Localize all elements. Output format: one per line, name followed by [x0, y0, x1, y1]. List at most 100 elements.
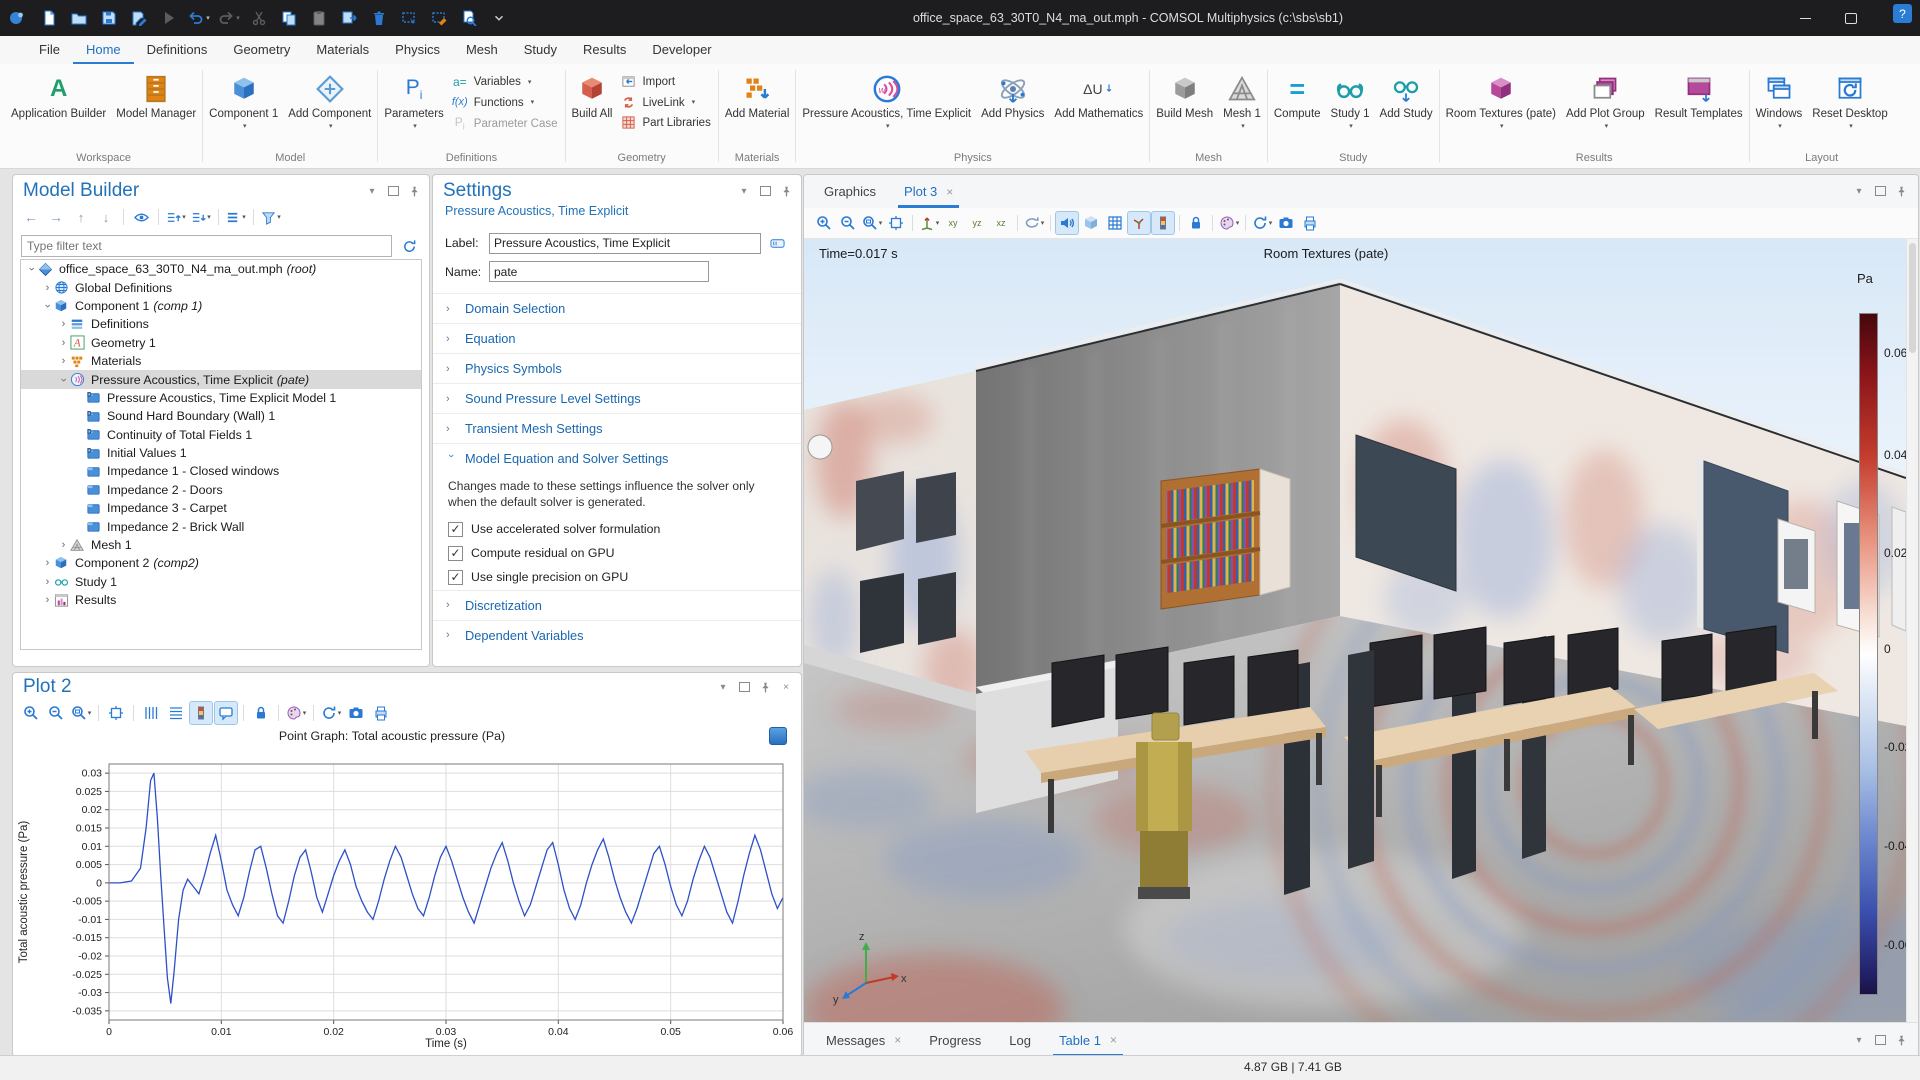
graphics-scrollbar[interactable] — [1906, 239, 1918, 1023]
zoom-extents-button[interactable] — [884, 211, 908, 235]
help-button[interactable]: ? — [1893, 4, 1912, 23]
open-file-button[interactable] — [64, 4, 94, 32]
tree-item-component-1[interactable]: › Component 1 (comp 1) — [21, 297, 421, 315]
update-plot-button[interactable]: ▾ — [1250, 211, 1274, 235]
zoom-out-button[interactable] — [836, 211, 860, 235]
plot-axes-button[interactable] — [1127, 211, 1151, 235]
zoom-box-button[interactable]: ▾ — [69, 701, 93, 725]
view-xz-button[interactable]: xz — [989, 211, 1013, 235]
tree-expander[interactable]: › — [41, 594, 54, 606]
move-down-button[interactable]: ↓ — [94, 205, 118, 229]
tab-plot-3[interactable]: Plot 3 × — [890, 175, 967, 208]
play-sound-button[interactable] — [1055, 211, 1079, 235]
tree-item-initial-values-1[interactable]: D Initial Values 1 — [21, 444, 421, 462]
part-libraries-button[interactable]: Part Libraries — [619, 115, 711, 131]
collapse-all-button[interactable]: ▾ — [164, 205, 188, 229]
move-up-button[interactable]: ↑ — [69, 205, 93, 229]
tree-expander[interactable]: › — [41, 576, 54, 588]
menu-developer[interactable]: Developer — [639, 36, 724, 64]
menu-file[interactable]: File — [26, 36, 73, 64]
section-sound-pressure-level-settings[interactable]: › Sound Pressure Level Settings — [433, 383, 801, 413]
tree-expander[interactable]: › — [58, 373, 70, 386]
undo-button[interactable]: ▾ — [184, 4, 214, 32]
tree-item-sound-hard-boundary-wall-1[interactable]: D Sound Hard Boundary (Wall) 1 — [21, 407, 421, 425]
zoom-extents-button[interactable] — [104, 701, 128, 725]
tree-expander[interactable]: › — [26, 263, 38, 276]
redo-button[interactable]: ▾ — [214, 4, 244, 32]
toolbar-menu-button[interactable] — [484, 4, 514, 32]
scene-environment-button[interactable] — [1079, 211, 1103, 235]
maximize-button[interactable] — [1828, 0, 1874, 36]
panel-float-button[interactable] — [1873, 184, 1887, 198]
model-manager-button[interactable]: Model Manager — [111, 70, 201, 124]
plot-window-badge-icon[interactable] — [769, 727, 787, 745]
cut-button[interactable] — [244, 4, 274, 32]
application-builder-button[interactable]: A Application Builder — [6, 70, 111, 124]
tree-expander[interactable]: › — [41, 282, 54, 294]
windows-button[interactable]: Windows ▾ — [1751, 70, 1808, 132]
livelink-button[interactable]: LiveLink ▾ — [619, 95, 710, 111]
add-physics-button[interactable]: Add Physics — [976, 70, 1049, 124]
new-file-button[interactable] — [34, 4, 64, 32]
panel-pin-button[interactable] — [1894, 184, 1908, 198]
checkbox-use-accelerated-solver-formulation[interactable]: ✓ — [448, 521, 463, 537]
tree-item-study-1[interactable]: › Study 1 — [21, 573, 421, 591]
checkbox-compute-residual-on-gpu[interactable]: ✓ — [448, 545, 463, 561]
tab-close-icon[interactable]: × — [1110, 1033, 1117, 1047]
3d-room-scene[interactable]: z x y — [804, 239, 1906, 1023]
checkbox-row-compute-residual-on-gpu[interactable]: ✓ Compute residual on GPU — [433, 542, 801, 566]
tree-item-continuity-of-total-fields-1[interactable]: D Continuity of Total Fields 1 — [21, 426, 421, 444]
panel-pin-button[interactable] — [407, 184, 421, 198]
point-graph-chart[interactable]: 0 0.01 0.02 0.03 0.04 0.05 0.06 0.03 0.025 0.02 0.… — [13, 749, 801, 1054]
add-mathematics-button[interactable]: ΔU Add Mathematics — [1049, 70, 1148, 124]
menu-geometry[interactable]: Geometry — [220, 36, 303, 64]
zoom-in-button[interactable] — [812, 211, 836, 235]
tree-item-component-2[interactable]: › Component 2 (comp2) — [21, 554, 421, 572]
zoom-in-button[interactable] — [19, 701, 43, 725]
menu-materials[interactable]: Materials — [303, 36, 382, 64]
section-domain-selection[interactable]: › Domain Selection — [433, 293, 801, 323]
rotate-view-button[interactable]: ▾ — [1022, 211, 1046, 235]
build-all-button[interactable]: Build All — [567, 70, 618, 124]
color-legend-button[interactable] — [189, 701, 213, 725]
snapshot-button[interactable] — [1274, 211, 1298, 235]
print-button[interactable] — [369, 701, 393, 725]
label-field-input[interactable] — [489, 232, 761, 254]
panel-close-button[interactable]: × — [779, 680, 793, 694]
lock-axes-button[interactable] — [249, 701, 273, 725]
tree-item-office-space-63-30t0-n4-ma-out-mph[interactable]: › office_space_63_30T0_N4_ma_out.mph (root… — [21, 260, 421, 278]
back-arrow-button[interactable]: ← — [19, 205, 43, 229]
color-palette-button[interactable]: ▾ — [284, 701, 308, 725]
panel-pin-button[interactable] — [779, 184, 793, 198]
menu-study[interactable]: Study — [511, 36, 570, 64]
view-yz-button[interactable]: yz — [965, 211, 989, 235]
checkbox-use-single-precision-on-gpu[interactable]: ✓ — [448, 569, 463, 585]
tree-expander[interactable]: › — [57, 337, 70, 349]
snapshot-button[interactable] — [344, 701, 368, 725]
tree-item-impedance-1-closed-windows[interactable]: Impedance 1 - Closed windows — [21, 462, 421, 480]
color-legend-button[interactable] — [1151, 211, 1175, 235]
add-plot-group-button[interactable]: Add Plot Group ▾ — [1561, 70, 1650, 132]
y-grid-button[interactable] — [164, 701, 188, 725]
color-palette-button[interactable]: ▾ — [1217, 211, 1241, 235]
section-discretization[interactable]: › Discretization — [433, 589, 801, 620]
panel-float-button[interactable] — [758, 184, 772, 198]
tab-log[interactable]: Log — [995, 1023, 1045, 1057]
pressure-acoustics-time-explicit-button[interactable]: w Pressure Acoustics, Time Explicit ▾ — [797, 70, 976, 132]
tree-item-results[interactable]: › Results — [21, 591, 421, 609]
mesh-1-button[interactable]: Mesh 1 ▾ — [1218, 70, 1266, 132]
delete-button[interactable] — [364, 4, 394, 32]
menu-home[interactable]: Home — [72, 36, 134, 64]
section-physics-symbols[interactable]: › Physics Symbols — [433, 353, 801, 383]
build-mesh-button[interactable]: Build Mesh — [1151, 70, 1218, 124]
copy-button[interactable] — [274, 4, 304, 32]
lock-axes-button[interactable] — [1184, 211, 1208, 235]
menu-results[interactable]: Results — [570, 36, 639, 64]
tree-expander[interactable]: › — [42, 299, 54, 312]
tab-graphics[interactable]: Graphics — [810, 175, 890, 208]
functions-button[interactable]: f(x) Functions ▾ — [451, 95, 558, 111]
tree-item-global-definitions[interactable]: › Global Definitions — [21, 278, 421, 296]
tree-expander[interactable]: › — [57, 539, 70, 551]
tooltip-button[interactable] — [214, 701, 238, 725]
tree-item-definitions[interactable]: › Definitions — [21, 315, 421, 333]
